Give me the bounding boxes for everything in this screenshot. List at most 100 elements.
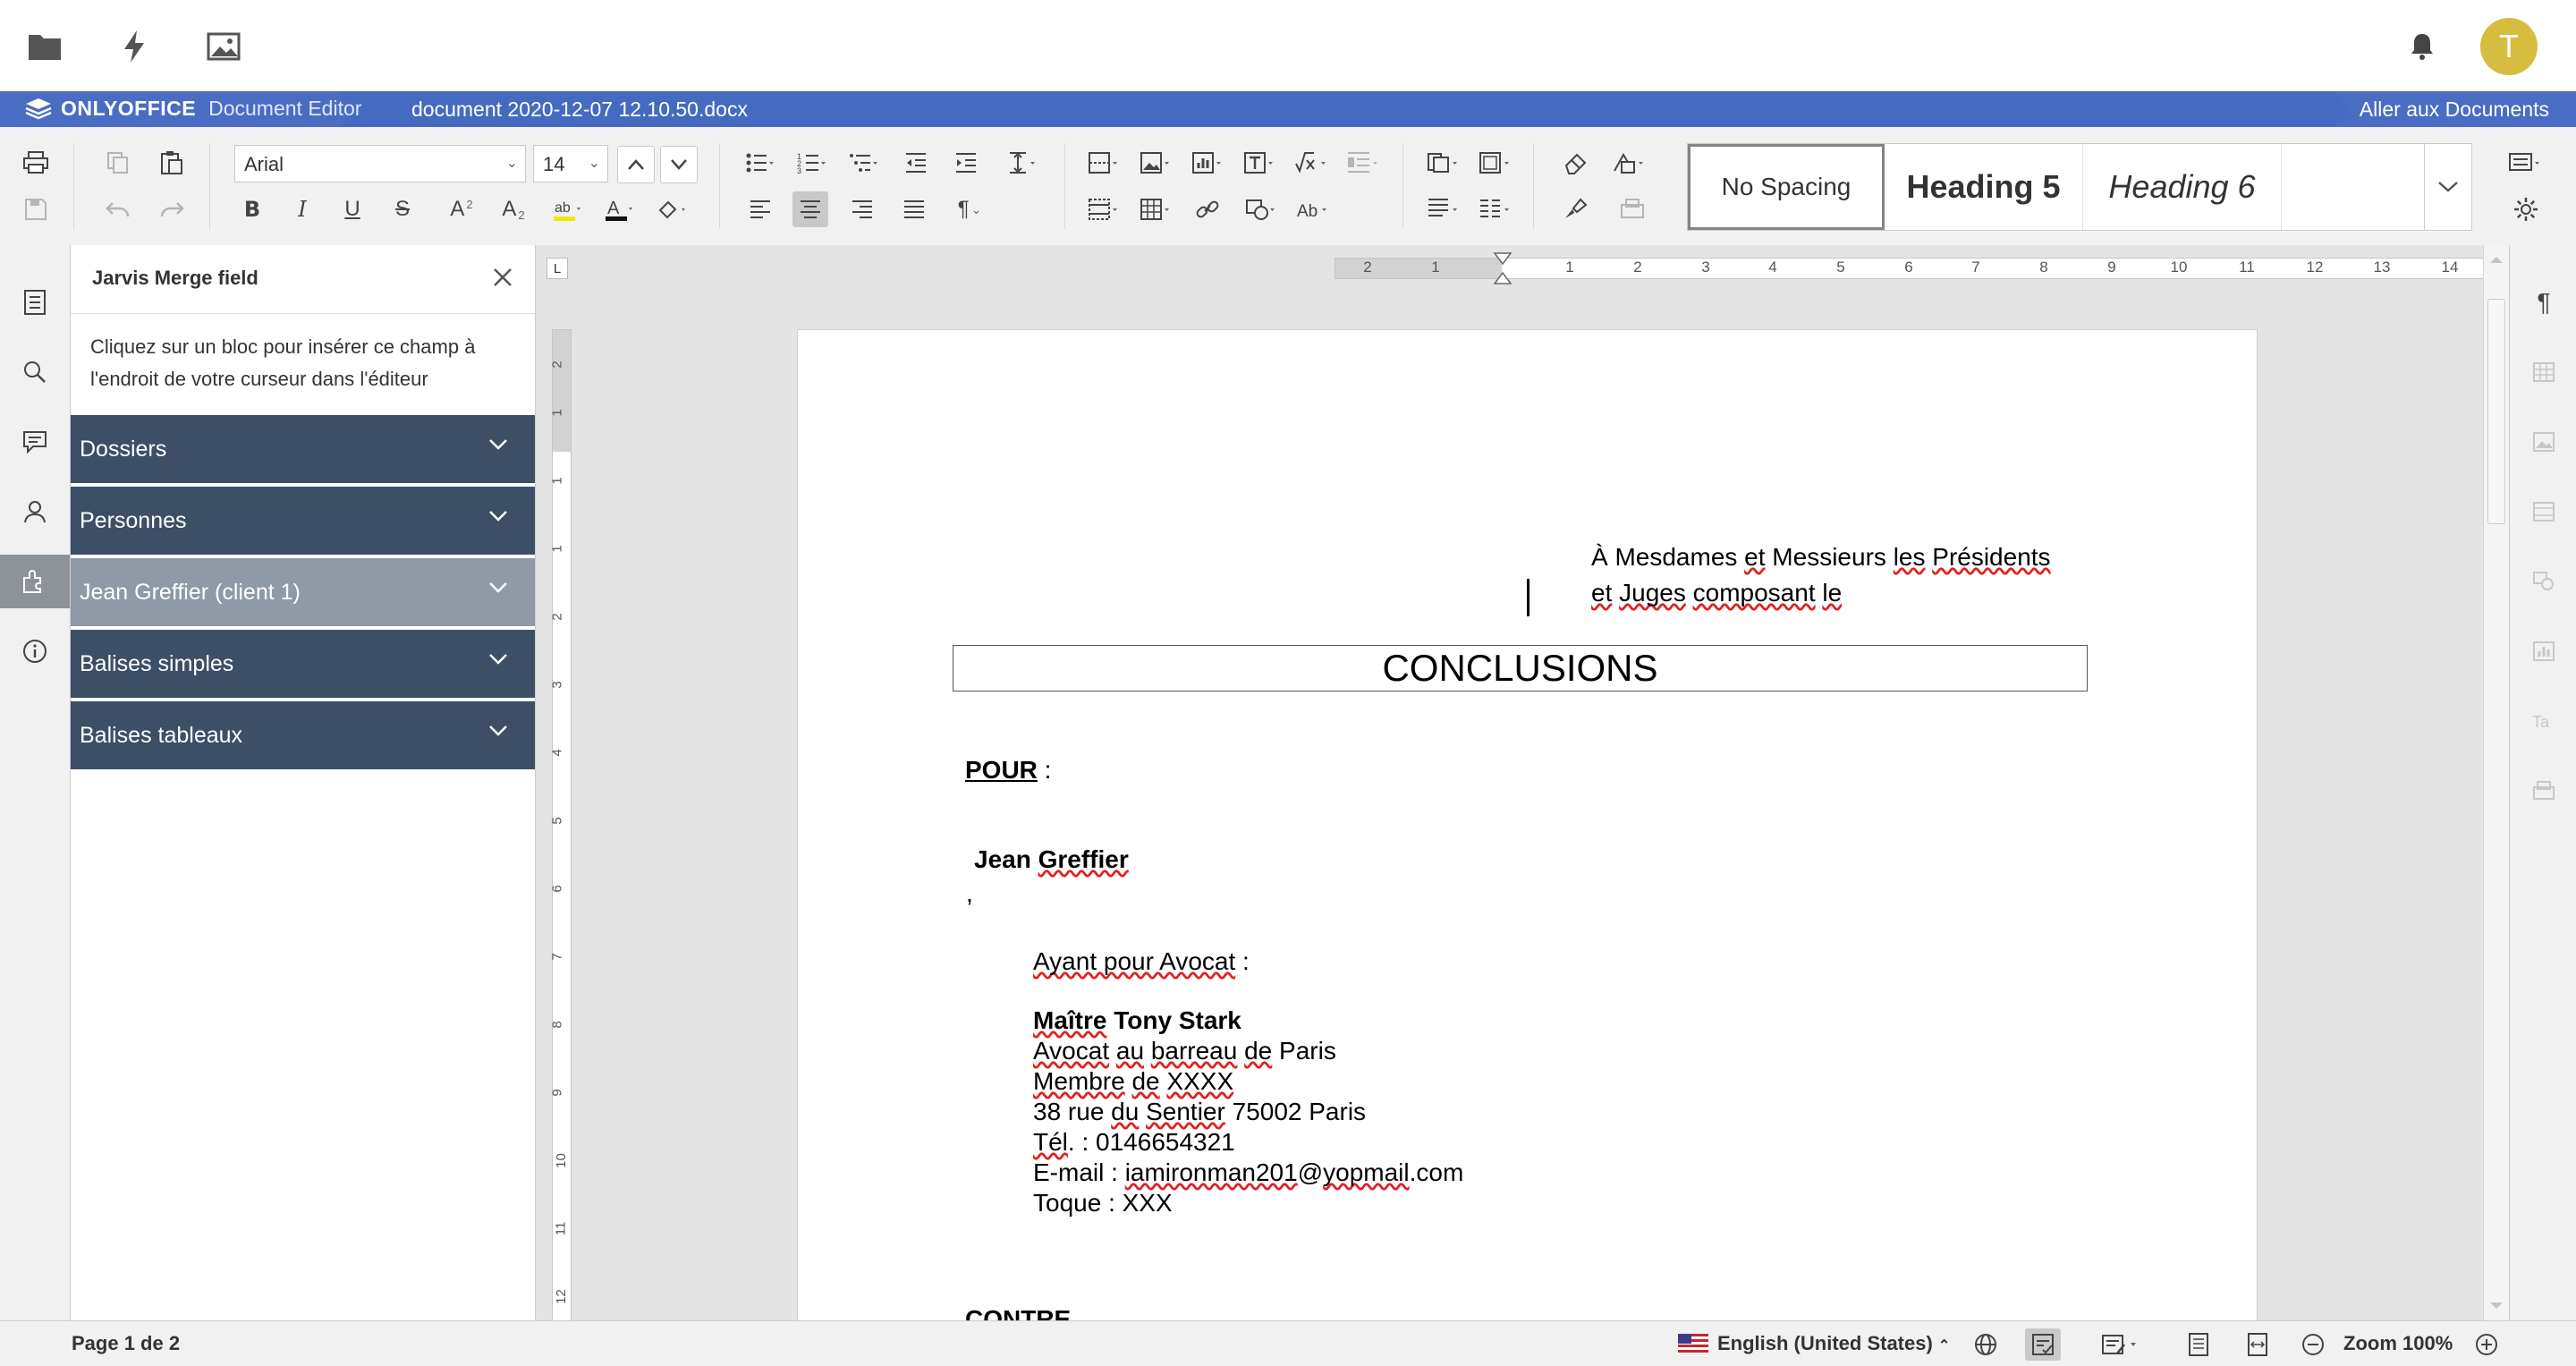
style-heading-5[interactable]: Heading 5	[1885, 144, 2083, 230]
insert-header-footer-button[interactable]	[1086, 191, 1122, 227]
page-columns-button[interactable]	[1478, 191, 1513, 227]
plugin-icon[interactable]	[0, 555, 70, 608]
contre-heading-partial[interactable]: CONTRE	[965, 1305, 1071, 1320]
lawyer-member-line[interactable]: Membre de XXXX	[1033, 1067, 1233, 1096]
navigation-icon[interactable]	[0, 276, 70, 329]
insert-equation-button[interactable]	[1293, 145, 1329, 181]
zoom-level[interactable]: Zoom 100%	[2343, 1332, 2453, 1355]
style-empty-slot[interactable]	[2282, 144, 2425, 230]
bold-button[interactable]: B	[234, 191, 270, 227]
multilevel-list-button[interactable]	[846, 145, 882, 181]
pour-heading[interactable]: POUR :	[965, 756, 1051, 785]
conclusions-title-box[interactable]: CONCLUSIONS	[953, 645, 2088, 691]
insert-shape-button[interactable]	[1243, 191, 1279, 227]
tab-stop-selector[interactable]: L	[547, 258, 568, 279]
client-comma[interactable]: ,	[966, 879, 973, 908]
save-icon[interactable]	[18, 191, 54, 227]
mail-merge-button[interactable]	[1615, 191, 1651, 227]
align-right-button[interactable]	[844, 191, 880, 227]
about-info-icon[interactable]	[0, 624, 70, 678]
image-settings-icon[interactable]	[2524, 422, 2563, 462]
vertical-scrollbar[interactable]	[2483, 245, 2509, 1320]
section-personnes[interactable]: Personnes	[71, 487, 535, 555]
user-icon[interactable]	[0, 485, 70, 539]
section-balises-tableaux[interactable]: Balises tableaux	[71, 701, 535, 769]
format-painter-button[interactable]	[1558, 191, 1594, 227]
lawyer-toque-line[interactable]: Toque : XXX	[1033, 1189, 1173, 1218]
scrollbar-thumb[interactable]	[2487, 299, 2505, 524]
insert-table-button[interactable]	[1138, 191, 1174, 227]
spell-check-button[interactable]	[2025, 1328, 2061, 1361]
zoom-in-button[interactable]	[2469, 1328, 2504, 1361]
decrease-indent-button[interactable]	[898, 145, 934, 181]
clear-style-button[interactable]	[1558, 145, 1594, 181]
increase-font-size-button[interactable]	[617, 146, 655, 183]
nonprinting-characters-button[interactable]: ¶ ⌄	[952, 191, 987, 227]
lawyer-phone-line[interactable]: Tél. : 0146654321	[1033, 1128, 1235, 1157]
insert-hyperlink-button[interactable]	[1190, 191, 1225, 227]
font-color-button[interactable]: A	[601, 191, 637, 227]
search-icon[interactable]	[0, 345, 70, 399]
insert-textbox-button[interactable]	[1241, 145, 1277, 181]
image-icon[interactable]	[204, 27, 243, 66]
onlyoffice-logo[interactable]: ONLYOFFICE Document Editor	[25, 97, 361, 121]
notification-bell-icon[interactable]	[2406, 30, 2438, 63]
fit-width-button[interactable]	[2240, 1328, 2275, 1361]
copy-style-button[interactable]	[1426, 145, 1462, 181]
text-art-button[interactable]: Ab	[1295, 191, 1331, 227]
clear-formatting-button[interactable]	[657, 191, 692, 227]
line-spacing-button[interactable]	[1005, 145, 1041, 181]
justify-button[interactable]	[896, 191, 932, 227]
margins-button[interactable]	[1478, 145, 1513, 181]
paste-icon[interactable]	[154, 145, 190, 181]
print-icon[interactable]	[18, 145, 54, 181]
paragraph-settings-icon[interactable]: ¶	[2524, 283, 2563, 322]
document-name[interactable]: document 2020-12-07 12.10.50.docx	[411, 98, 748, 122]
text-art-settings-icon[interactable]: Ta	[2524, 701, 2563, 741]
lawyer-bar-line[interactable]: Avocat au barreau de Paris	[1033, 1037, 1336, 1065]
insert-dropcap-button[interactable]	[1345, 145, 1381, 181]
copy-icon[interactable]	[100, 145, 136, 181]
close-panel-button[interactable]	[487, 261, 519, 293]
font-size-select[interactable]: 14 ⌄	[533, 145, 608, 182]
page-info[interactable]: Page 1 de 2	[72, 1332, 180, 1355]
table-settings-icon[interactable]	[2524, 352, 2563, 392]
document-page[interactable]: À Mesdames et Messieurs les Présidents e…	[797, 329, 2258, 1320]
section-dossiers[interactable]: Dossiers	[71, 415, 535, 483]
italic-button[interactable]: I	[284, 191, 320, 227]
section-jean-greffier-client[interactable]: Jean Greffier (client 1)	[71, 558, 535, 626]
insert-chart-button[interactable]	[1190, 145, 1225, 181]
align-left-button[interactable]	[742, 191, 778, 227]
page-orientation-button[interactable]	[1426, 191, 1462, 227]
align-center-button[interactable]	[792, 191, 828, 227]
decrease-font-size-button[interactable]	[660, 146, 698, 183]
address-line-1[interactable]: À Mesdames et Messieurs les Présidents	[1591, 543, 2051, 572]
lawyer-email-line[interactable]: E-mail : iamironman201@yopmail.com	[1033, 1158, 1463, 1187]
folder-icon[interactable]	[25, 27, 64, 66]
document-canvas[interactable]: L 21123456789101112131415161718 21112345…	[536, 245, 2483, 1320]
header-footer-settings-icon[interactable]	[2524, 492, 2563, 531]
comments-icon[interactable]	[0, 415, 70, 469]
horizontal-ruler[interactable]: 21123456789101112131415161718	[1335, 252, 2483, 284]
insert-page-break-button[interactable]	[1086, 145, 1122, 181]
styles-expand-button[interactable]	[2424, 143, 2472, 231]
lawyer-name[interactable]: Maître Tony Stark	[1033, 1006, 1241, 1035]
insert-image-button[interactable]	[1138, 145, 1174, 181]
mail-merge-settings-icon[interactable]	[2524, 771, 2563, 810]
doc-language-globe-icon[interactable]	[1968, 1328, 2004, 1361]
style-no-spacing[interactable]: No Spacing	[1688, 144, 1885, 230]
chart-settings-icon[interactable]	[2524, 632, 2563, 671]
track-changes-button[interactable]	[2097, 1328, 2145, 1361]
color-scheme-button[interactable]	[1612, 145, 1648, 181]
user-avatar[interactable]: T	[2480, 18, 2538, 75]
highlight-color-button[interactable]: ab	[549, 191, 585, 227]
scroll-up-icon[interactable]	[2488, 254, 2504, 265]
superscript-button[interactable]: A2	[444, 191, 479, 227]
subscript-button[interactable]: A2	[496, 191, 531, 227]
font-name-select[interactable]: Arial ⌄	[234, 145, 526, 182]
style-heading-6[interactable]: Heading 6	[2083, 144, 2282, 230]
vertical-ruler[interactable]: 2 1 1 1 2 3 4 5 6 7 8 9 10 11 12	[550, 329, 572, 1320]
fit-page-button[interactable]	[2181, 1328, 2216, 1361]
undo-icon[interactable]	[100, 191, 136, 227]
settings-button[interactable]	[2508, 191, 2544, 227]
